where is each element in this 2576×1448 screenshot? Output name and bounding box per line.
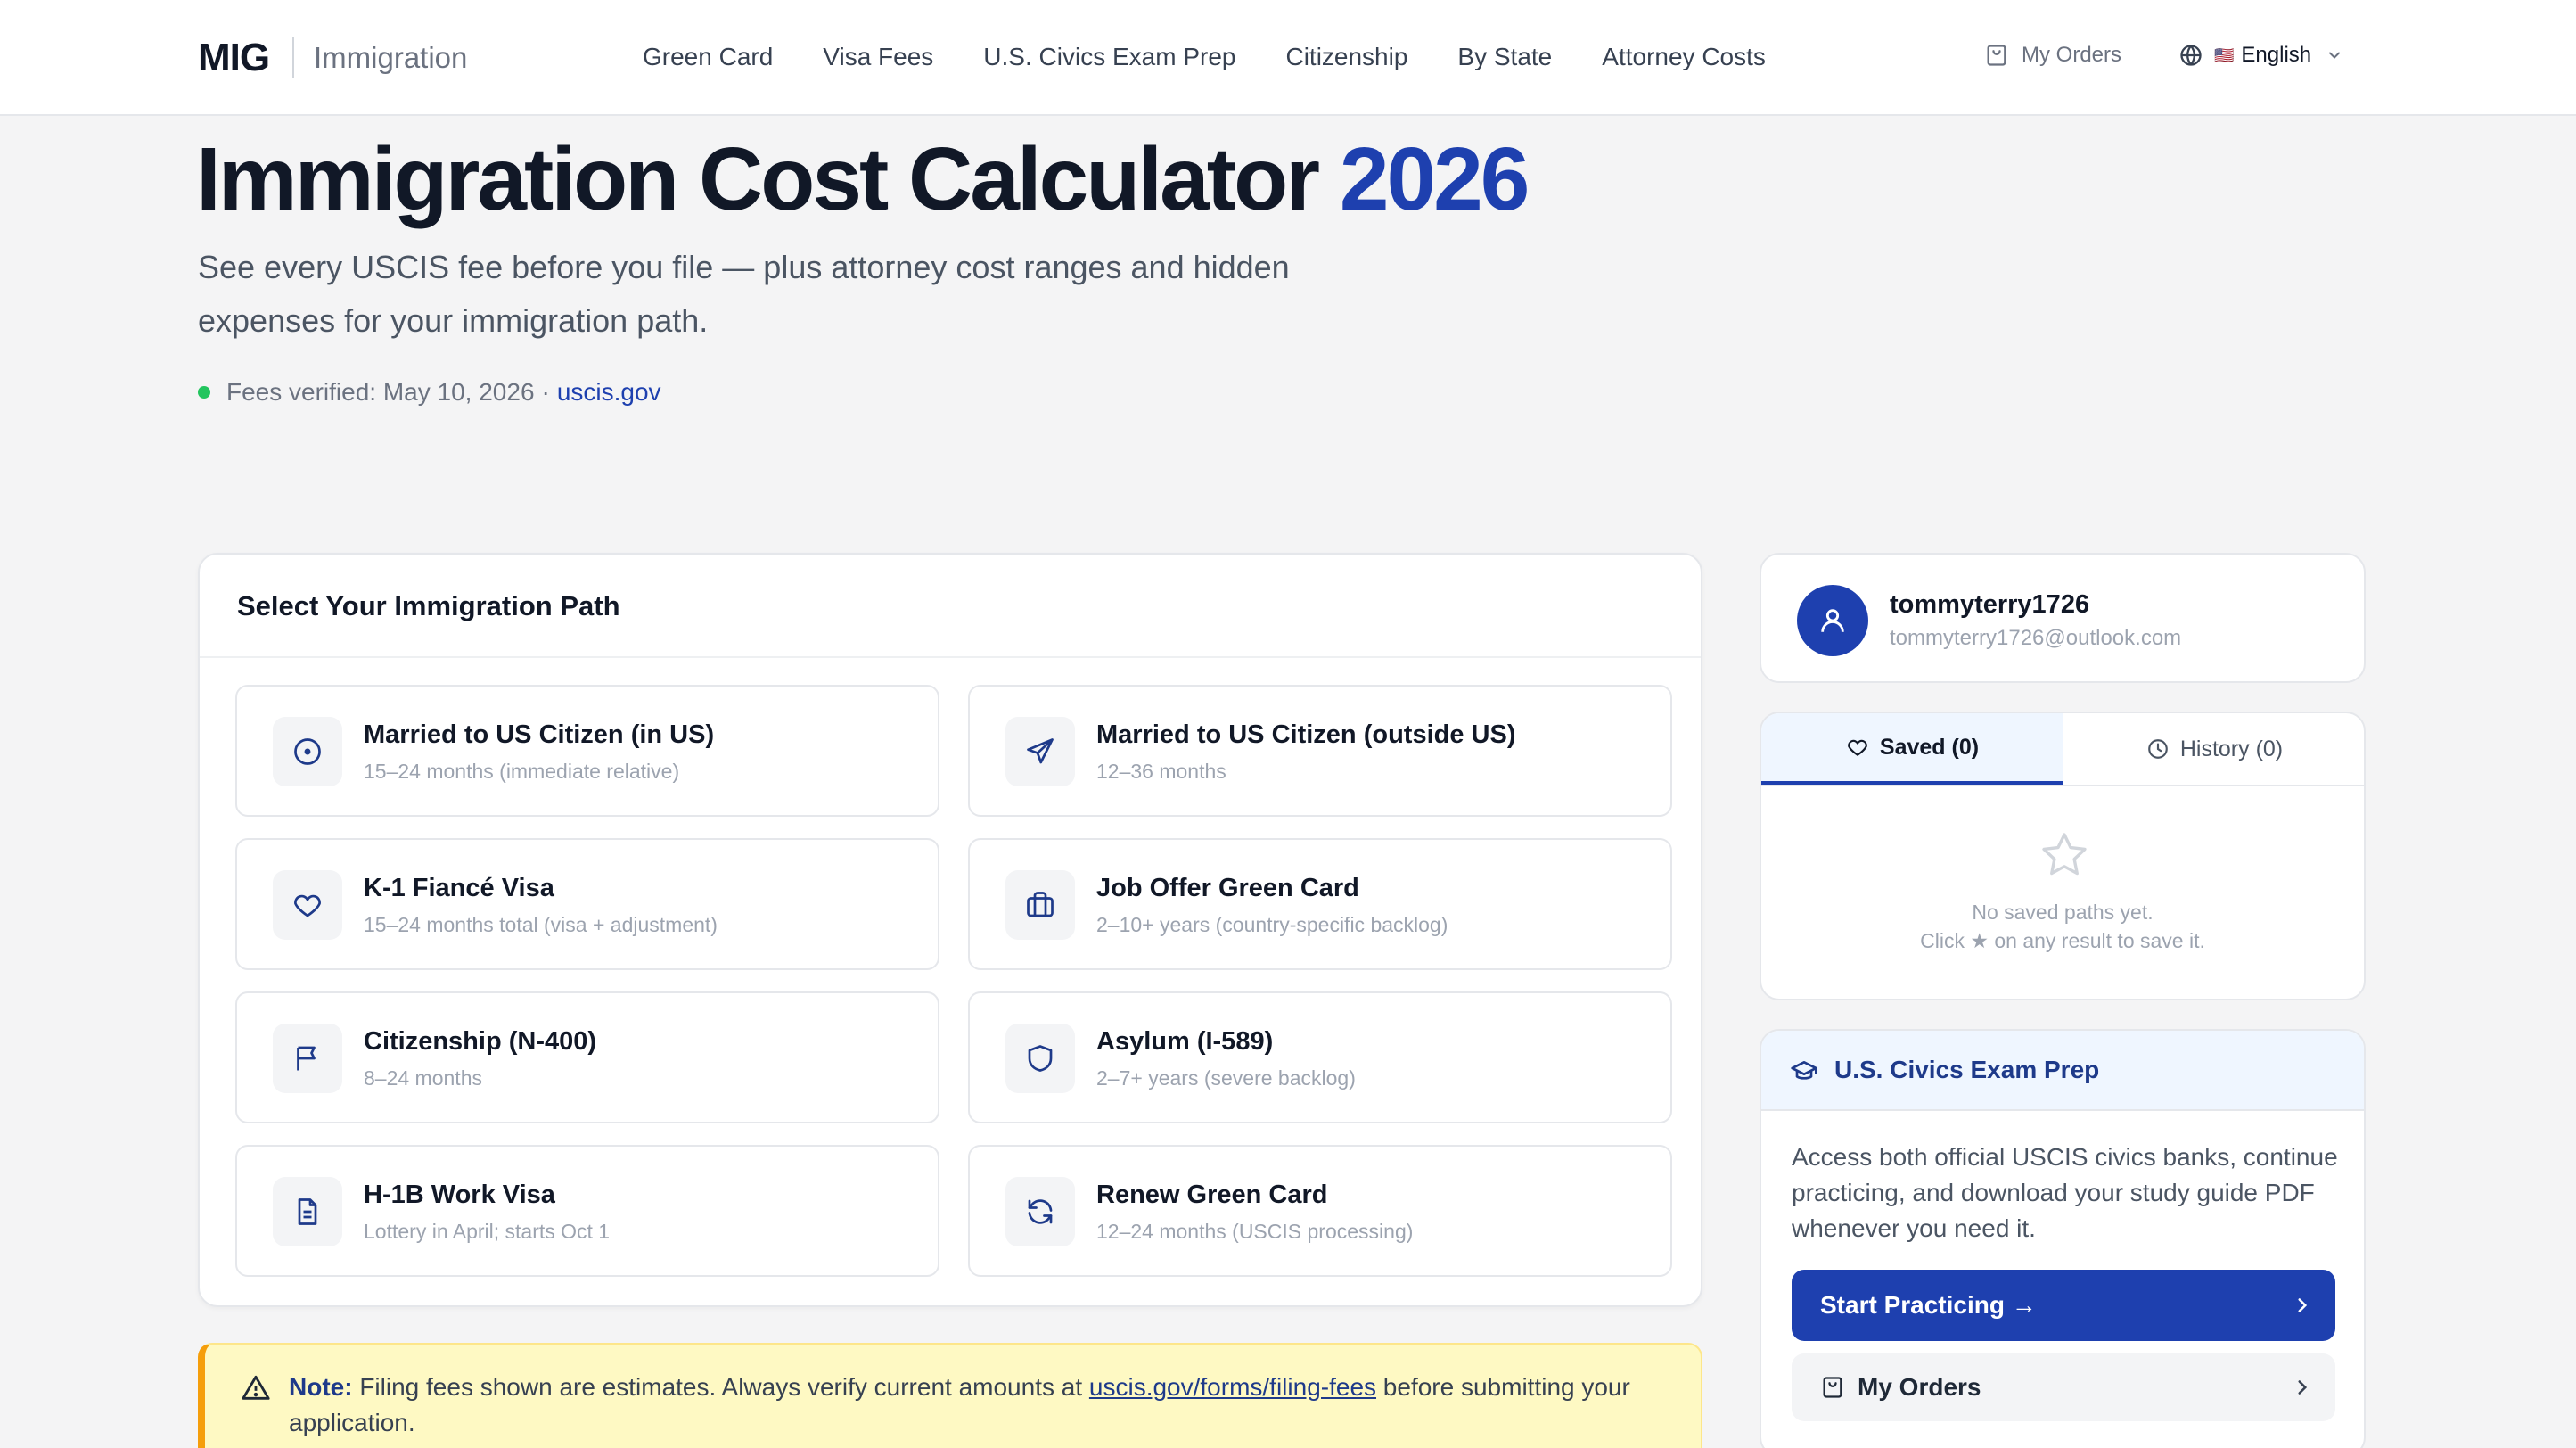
us-flag-icon: 🇺🇸 bbox=[2214, 45, 2235, 64]
path-title: Job Offer Green Card bbox=[1096, 874, 1359, 902]
top-navigation-bar: MIG Immigration Green Card Visa Fees U.S… bbox=[0, 0, 2576, 116]
user-email: tommyterry1726@outlook.com bbox=[1890, 626, 2182, 650]
shield-icon bbox=[1005, 1024, 1075, 1093]
page-subtitle: See every USCIS fee before you file — pl… bbox=[198, 249, 1290, 339]
shopping-bag-icon bbox=[1984, 43, 2022, 68]
page-title-year: 2026 bbox=[1339, 129, 1530, 229]
status-dot-icon bbox=[198, 386, 210, 399]
path-timeline: 8–24 months bbox=[364, 1066, 482, 1090]
path-timeline: 15–24 months (immediate relative) bbox=[364, 760, 680, 783]
heart-icon bbox=[273, 870, 342, 940]
tab-saved-label: Saved (0) bbox=[1879, 734, 1980, 760]
globe-icon bbox=[2178, 43, 2214, 68]
filing-fees-link[interactable]: uscis.gov/forms/filing-fees bbox=[1089, 1373, 1376, 1401]
header-my-orders-label: My Orders bbox=[2022, 43, 2122, 67]
path-title: H-1B Work Visa bbox=[364, 1181, 555, 1209]
start-practicing-button[interactable]: Start Practicing → bbox=[1792, 1270, 2335, 1341]
my-orders-label: My Orders bbox=[1858, 1373, 1981, 1401]
civics-card-header: U.S. Civics Exam Prep bbox=[1761, 1031, 2364, 1111]
logo-mark[interactable]: MIG bbox=[198, 36, 270, 80]
tab-history-label: History (0) bbox=[2179, 736, 2284, 761]
civics-card-description: Access both official USCIS civics banks,… bbox=[1792, 1143, 2338, 1242]
path-timeline: 2–7+ years (severe backlog) bbox=[1096, 1066, 1356, 1090]
empty-state-hint: Click ★ on any result to save it. bbox=[1920, 929, 2205, 952]
nav-link-citizenship[interactable]: Citizenship bbox=[1285, 43, 1407, 71]
path-option-asylum-i589[interactable]: Asylum (I-589) 2–7+ years (severe backlo… bbox=[968, 991, 1672, 1123]
card-divider bbox=[200, 656, 1701, 658]
civics-exam-prep-card: U.S. Civics Exam Prep Access both offici… bbox=[1760, 1029, 2366, 1448]
uscis-source-link[interactable]: uscis.gov bbox=[557, 378, 661, 407]
page-title: Immigration Cost Calculator 2026 bbox=[196, 128, 1530, 231]
empty-state-title: No saved paths yet. bbox=[1972, 901, 2154, 924]
fees-verified-line: Fees verified: May 10, 2026 · uscis.gov bbox=[198, 378, 661, 407]
path-title: K-1 Fiancé Visa bbox=[364, 874, 554, 902]
nav-link-green-card[interactable]: Green Card bbox=[643, 43, 773, 71]
path-title: Married to US Citizen (outside US) bbox=[1096, 720, 1516, 749]
path-option-married-in-us[interactable]: Married to US Citizen (in US) 15–24 mont… bbox=[235, 685, 939, 817]
briefcase-icon bbox=[1005, 870, 1075, 940]
path-title: Renew Green Card bbox=[1096, 1181, 1328, 1209]
path-option-renew-green-card[interactable]: Renew Green Card 12–24 months (USCIS pro… bbox=[968, 1145, 1672, 1277]
path-option-k1-fiance-visa[interactable]: K-1 Fiancé Visa 15–24 months total (visa… bbox=[235, 838, 939, 970]
civics-card-title: U.S. Civics Exam Prep bbox=[1834, 1056, 2100, 1083]
chevron-down-icon bbox=[2326, 46, 2354, 64]
path-timeline: 12–36 months bbox=[1096, 760, 1226, 783]
path-title: Citizenship (N-400) bbox=[364, 1027, 597, 1056]
document-icon bbox=[273, 1177, 342, 1246]
nav-link-attorney-costs[interactable]: Attorney Costs bbox=[1602, 43, 1766, 71]
fees-verified-label: Fees verified: May 10, 2026 bbox=[226, 378, 535, 406]
start-practicing-label: Start Practicing → bbox=[1820, 1291, 2037, 1319]
path-option-job-offer-green-card[interactable]: Job Offer Green Card 2–10+ years (countr… bbox=[968, 838, 1672, 970]
nav-link-civics-exam-prep[interactable]: U.S. Civics Exam Prep bbox=[983, 43, 1235, 71]
target-icon bbox=[273, 717, 342, 786]
page-title-text: Immigration Cost Calculator bbox=[196, 129, 1320, 229]
nav-link-by-state[interactable]: By State bbox=[1457, 43, 1552, 71]
note-text: Note: Filing fees shown are estimates. A… bbox=[289, 1370, 1679, 1441]
language-label: English bbox=[2241, 43, 2312, 67]
note-label: Note: bbox=[289, 1373, 353, 1401]
path-title: Asylum (I-589) bbox=[1096, 1027, 1274, 1056]
heart-icon bbox=[1846, 736, 1880, 759]
path-option-married-outside-us[interactable]: Married to US Citizen (outside US) 12–36… bbox=[968, 685, 1672, 817]
tabs-divider bbox=[1761, 785, 2364, 786]
language-selector[interactable]: 🇺🇸 English bbox=[2178, 43, 2354, 68]
main-nav: Green Card Visa Fees U.S. Civics Exam Pr… bbox=[643, 43, 1816, 71]
card-title: Select Your Immigration Path bbox=[237, 590, 620, 621]
clock-icon bbox=[2146, 737, 2180, 761]
logo-text[interactable]: Immigration bbox=[314, 41, 467, 75]
header-my-orders-link[interactable]: My Orders bbox=[1984, 43, 2121, 68]
fees-disclaimer-note: Note: Filing fees shown are estimates. A… bbox=[198, 1343, 1702, 1448]
path-timeline: 15–24 months total (visa + adjustment) bbox=[364, 913, 718, 936]
avatar bbox=[1797, 585, 1868, 656]
user-icon bbox=[1817, 605, 1848, 636]
path-timeline: 2–10+ years (country-specific backlog) bbox=[1096, 913, 1448, 936]
path-option-citizenship-n400[interactable]: Citizenship (N-400) 8–24 months bbox=[235, 991, 939, 1123]
flag-icon bbox=[273, 1024, 342, 1093]
chevron-right-icon bbox=[2291, 1376, 2314, 1399]
user-profile-card[interactable]: tommyterry1726 tommyterry1726@outlook.co… bbox=[1760, 553, 2366, 683]
tab-saved[interactable]: Saved (0) bbox=[1761, 713, 2063, 785]
chevron-right-icon bbox=[2291, 1294, 2314, 1317]
separator: · bbox=[541, 378, 550, 406]
nav-link-visa-fees[interactable]: Visa Fees bbox=[823, 43, 933, 71]
tab-history[interactable]: History (0) bbox=[2063, 713, 2364, 785]
user-name: tommyterry1726 bbox=[1890, 590, 2090, 619]
refresh-icon bbox=[1005, 1177, 1075, 1246]
path-timeline: Lottery in April; starts Oct 1 bbox=[364, 1220, 611, 1243]
note-text-before: Filing fees shown are estimates. Always … bbox=[359, 1373, 1083, 1401]
logo-divider bbox=[292, 37, 294, 78]
plane-icon bbox=[1005, 717, 1075, 786]
saved-history-panel: Saved (0) History (0) No saved paths yet… bbox=[1760, 712, 2366, 1000]
path-title: Married to US Citizen (in US) bbox=[364, 720, 715, 749]
path-option-h1b-work-visa[interactable]: H-1B Work Visa Lottery in April; starts … bbox=[235, 1145, 939, 1277]
immigration-path-card: Select Your Immigration Path Married to … bbox=[198, 553, 1702, 1307]
path-timeline: 12–24 months (USCIS processing) bbox=[1096, 1220, 1414, 1243]
shopping-bag-icon bbox=[1820, 1375, 1845, 1400]
star-icon bbox=[2039, 829, 2090, 881]
my-orders-button[interactable]: My Orders bbox=[1792, 1353, 2335, 1421]
